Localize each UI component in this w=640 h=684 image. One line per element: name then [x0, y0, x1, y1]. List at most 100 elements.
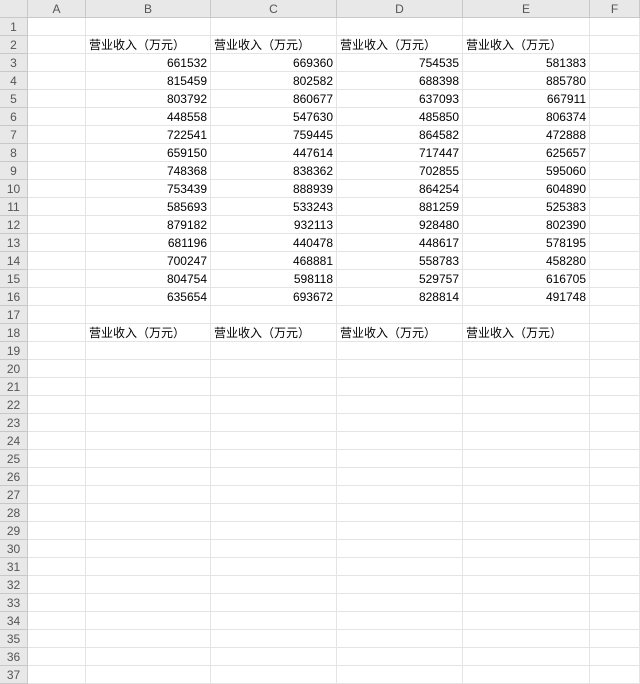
- cell-C5[interactable]: 860677: [211, 90, 337, 108]
- row-header-2[interactable]: 2: [0, 36, 28, 54]
- cell-B32[interactable]: [86, 576, 211, 594]
- cell-D34[interactable]: [337, 612, 463, 630]
- cell-B8[interactable]: 659150: [86, 144, 211, 162]
- row-header-26[interactable]: 26: [0, 468, 28, 486]
- cell-F37[interactable]: [590, 666, 640, 684]
- cell-D9[interactable]: 702855: [337, 162, 463, 180]
- cell-B18[interactable]: 营业收入（万元）: [86, 324, 211, 342]
- cell-A1[interactable]: [28, 18, 86, 36]
- cell-F6[interactable]: [590, 108, 640, 126]
- cell-A16[interactable]: [28, 288, 86, 306]
- cell-A14[interactable]: [28, 252, 86, 270]
- cell-B33[interactable]: [86, 594, 211, 612]
- cell-D31[interactable]: [337, 558, 463, 576]
- row-header-25[interactable]: 25: [0, 450, 28, 468]
- row-header-7[interactable]: 7: [0, 126, 28, 144]
- cell-B30[interactable]: [86, 540, 211, 558]
- cell-C21[interactable]: [211, 378, 337, 396]
- cell-D20[interactable]: [337, 360, 463, 378]
- cell-F34[interactable]: [590, 612, 640, 630]
- cell-C23[interactable]: [211, 414, 337, 432]
- cell-C31[interactable]: [211, 558, 337, 576]
- cell-A33[interactable]: [28, 594, 86, 612]
- cell-B13[interactable]: 681196: [86, 234, 211, 252]
- cell-B23[interactable]: [86, 414, 211, 432]
- cell-C29[interactable]: [211, 522, 337, 540]
- cell-B31[interactable]: [86, 558, 211, 576]
- cell-A10[interactable]: [28, 180, 86, 198]
- cell-B20[interactable]: [86, 360, 211, 378]
- cell-E5[interactable]: 667911: [463, 90, 590, 108]
- cell-E24[interactable]: [463, 432, 590, 450]
- cell-E36[interactable]: [463, 648, 590, 666]
- cell-C35[interactable]: [211, 630, 337, 648]
- cell-D15[interactable]: 529757: [337, 270, 463, 288]
- cell-F8[interactable]: [590, 144, 640, 162]
- cell-A27[interactable]: [28, 486, 86, 504]
- cell-D30[interactable]: [337, 540, 463, 558]
- cell-B6[interactable]: 448558: [86, 108, 211, 126]
- row-header-22[interactable]: 22: [0, 396, 28, 414]
- cell-A7[interactable]: [28, 126, 86, 144]
- cell-E4[interactable]: 885780: [463, 72, 590, 90]
- cell-E22[interactable]: [463, 396, 590, 414]
- cell-E27[interactable]: [463, 486, 590, 504]
- cell-D6[interactable]: 485850: [337, 108, 463, 126]
- cell-A35[interactable]: [28, 630, 86, 648]
- cell-E23[interactable]: [463, 414, 590, 432]
- cell-D17[interactable]: [337, 306, 463, 324]
- cell-B21[interactable]: [86, 378, 211, 396]
- cell-C28[interactable]: [211, 504, 337, 522]
- cell-A22[interactable]: [28, 396, 86, 414]
- cell-C18[interactable]: 营业收入（万元）: [211, 324, 337, 342]
- cell-A36[interactable]: [28, 648, 86, 666]
- cell-F9[interactable]: [590, 162, 640, 180]
- cell-B1[interactable]: [86, 18, 211, 36]
- cell-B7[interactable]: 722541: [86, 126, 211, 144]
- cell-C16[interactable]: 693672: [211, 288, 337, 306]
- row-header-14[interactable]: 14: [0, 252, 28, 270]
- cell-F29[interactable]: [590, 522, 640, 540]
- cell-F11[interactable]: [590, 198, 640, 216]
- cell-D23[interactable]: [337, 414, 463, 432]
- cell-D2[interactable]: 营业收入（万元）: [337, 36, 463, 54]
- cell-E28[interactable]: [463, 504, 590, 522]
- cell-D26[interactable]: [337, 468, 463, 486]
- row-header-12[interactable]: 12: [0, 216, 28, 234]
- row-header-23[interactable]: 23: [0, 414, 28, 432]
- cell-E26[interactable]: [463, 468, 590, 486]
- cell-A25[interactable]: [28, 450, 86, 468]
- cell-F7[interactable]: [590, 126, 640, 144]
- cell-E30[interactable]: [463, 540, 590, 558]
- row-header-34[interactable]: 34: [0, 612, 28, 630]
- cell-E6[interactable]: 806374: [463, 108, 590, 126]
- cell-D10[interactable]: 864254: [337, 180, 463, 198]
- cell-C33[interactable]: [211, 594, 337, 612]
- cell-F21[interactable]: [590, 378, 640, 396]
- cell-D4[interactable]: 688398: [337, 72, 463, 90]
- cell-F32[interactable]: [590, 576, 640, 594]
- cell-C25[interactable]: [211, 450, 337, 468]
- cell-D22[interactable]: [337, 396, 463, 414]
- cell-A17[interactable]: [28, 306, 86, 324]
- row-header-6[interactable]: 6: [0, 108, 28, 126]
- cell-C9[interactable]: 838362: [211, 162, 337, 180]
- cell-E15[interactable]: 616705: [463, 270, 590, 288]
- cell-B9[interactable]: 748368: [86, 162, 211, 180]
- cell-E33[interactable]: [463, 594, 590, 612]
- cell-E35[interactable]: [463, 630, 590, 648]
- cell-B2[interactable]: 营业收入（万元）: [86, 36, 211, 54]
- cell-D8[interactable]: 717447: [337, 144, 463, 162]
- row-header-33[interactable]: 33: [0, 594, 28, 612]
- cell-F26[interactable]: [590, 468, 640, 486]
- cell-C14[interactable]: 468881: [211, 252, 337, 270]
- cell-F3[interactable]: [590, 54, 640, 72]
- row-header-11[interactable]: 11: [0, 198, 28, 216]
- cell-B29[interactable]: [86, 522, 211, 540]
- cell-B15[interactable]: 804754: [86, 270, 211, 288]
- row-header-24[interactable]: 24: [0, 432, 28, 450]
- cell-E7[interactable]: 472888: [463, 126, 590, 144]
- col-header-C[interactable]: C: [211, 0, 337, 18]
- cell-D33[interactable]: [337, 594, 463, 612]
- cell-A23[interactable]: [28, 414, 86, 432]
